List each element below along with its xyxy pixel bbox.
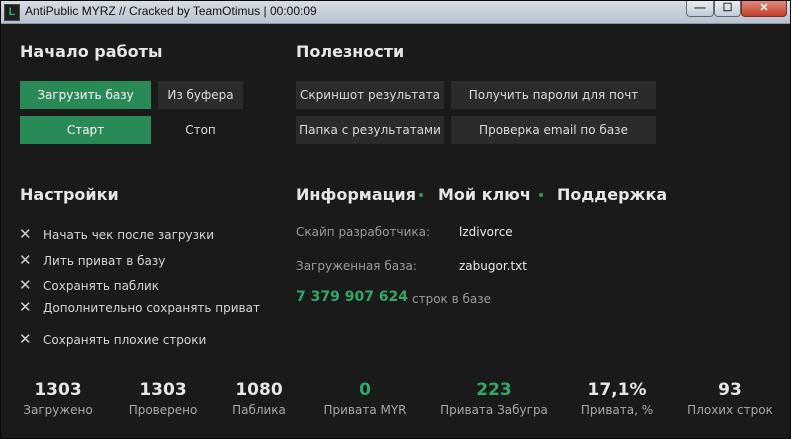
stat-value: 1303	[34, 380, 82, 400]
stat-public: 1080 Паблика	[204, 379, 314, 417]
tab-information[interactable]: Информация	[296, 185, 416, 204]
stat-checked: 1303 Проверено	[108, 379, 218, 417]
close-button[interactable]: ✕	[741, 1, 787, 17]
minimize-button[interactable]: —	[686, 1, 714, 17]
window-title: AntiPublic MYRZ // Cracked by TeamOtimus…	[25, 4, 317, 18]
title-bar[interactable]: L AntiPublic MYRZ // Cracked by TeamOtim…	[1, 1, 790, 24]
option-label: Дополнительно сохранять приват	[43, 301, 260, 315]
close-icon: ✕	[19, 276, 32, 294]
get-passwords-button[interactable]: Получить пароли для почт	[451, 81, 656, 109]
stat-value: 1303	[139, 380, 187, 400]
option-start-check-after-load[interactable]: ✕ Начать чек после загрузки	[19, 227, 214, 243]
from-buffer-button[interactable]: Из буфера	[158, 81, 243, 109]
loaded-base-label: Загруженная база:	[296, 259, 417, 273]
settings-heading: Настройки	[20, 185, 119, 204]
tab-separator-dot	[419, 193, 423, 197]
option-save-private-extra[interactable]: ✕ Дополнительно сохранять приват	[19, 300, 260, 316]
start-button[interactable]: Старт	[20, 116, 151, 144]
loaded-base-value: zabugor.txt	[459, 259, 527, 273]
developer-skype-value: lzdivorce	[459, 225, 513, 239]
start-heading: Начало работы	[20, 42, 163, 61]
close-icon: ✕	[19, 330, 32, 348]
close-icon: ✕	[19, 225, 32, 243]
app-icon: L	[4, 4, 20, 21]
check-email-button[interactable]: Проверка email по базе	[451, 116, 656, 144]
stat-bad-lines: 93 Плохих строк	[675, 379, 785, 417]
results-folder-button[interactable]: Папка с результатами	[296, 116, 444, 144]
lines-count: 7 379 907 624	[296, 289, 409, 305]
stat-loaded: 1303 Загружено	[3, 379, 113, 417]
stat-private-percent: 17,1% Привата, %	[562, 379, 672, 417]
option-save-bad-lines[interactable]: ✕ Сохранять плохие строки	[19, 332, 206, 348]
screenshot-result-button[interactable]: Скриншот результата	[296, 81, 444, 109]
option-label: Сохранять паблик	[43, 279, 160, 293]
option-label: Сохранять плохие строки	[43, 333, 207, 347]
stat-private-myr: 0 Привата MYR	[310, 379, 420, 417]
close-icon: ✕	[19, 298, 32, 316]
stat-label: Привата Забугра	[440, 403, 548, 417]
stat-value: 93	[718, 380, 742, 400]
utilities-heading: Полезности	[296, 42, 405, 61]
stat-label: Привата, %	[580, 403, 654, 417]
option-save-public[interactable]: ✕ Сохранять паблик	[19, 278, 159, 294]
stat-value: 1080	[235, 380, 283, 400]
app-window: L AntiPublic MYRZ // Cracked by TeamOtim…	[0, 0, 791, 439]
option-label: Начать чек после загрузки	[43, 228, 215, 242]
option-label: Лить приват в базу	[43, 254, 166, 268]
stat-value: 0	[359, 380, 371, 400]
stat-label: Привата MYR	[323, 403, 407, 417]
tab-separator-dot	[539, 193, 543, 197]
stop-button[interactable]: Стоп	[158, 116, 243, 144]
stat-value: 17,1%	[587, 380, 647, 400]
maximize-button[interactable]: ☐	[714, 1, 741, 17]
stat-private-abroad: 223 Привата Забугра	[439, 379, 549, 417]
tab-my-key[interactable]: Мой ключ	[438, 185, 531, 204]
stat-label: Плохих строк	[687, 403, 773, 417]
stat-value: 223	[476, 380, 512, 400]
close-icon: ✕	[19, 251, 32, 269]
stat-label: Паблика	[232, 403, 286, 417]
tab-support[interactable]: Поддержка	[557, 185, 667, 204]
stat-label: Загружено	[23, 403, 93, 417]
developer-skype-label: Скайп разработчика:	[296, 225, 431, 239]
lines-label: строк в базе	[412, 292, 492, 306]
load-base-button[interactable]: Загрузить базу	[20, 81, 151, 109]
option-push-private-to-base[interactable]: ✕ Лить приват в базу	[19, 253, 165, 269]
stat-label: Проверено	[128, 403, 198, 417]
